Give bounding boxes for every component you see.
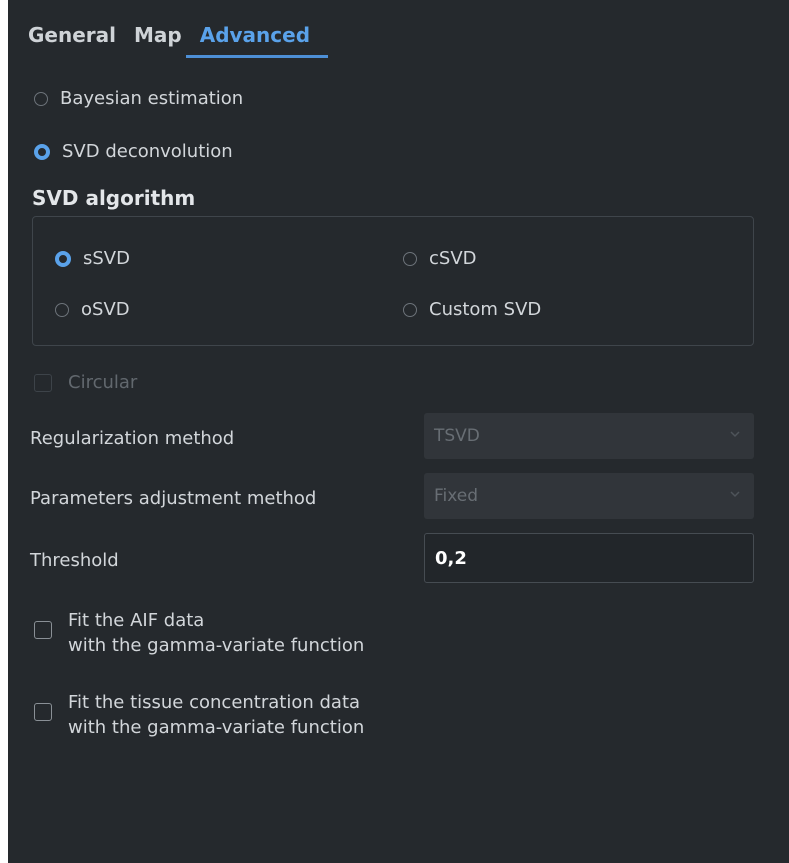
ssvd-label: sSVD: [83, 248, 130, 269]
regularization-method-label: Regularization method: [30, 428, 235, 449]
bayesian-estimation-label: Bayesian estimation: [60, 88, 244, 109]
bayesian-estimation-option[interactable]: Bayesian estimation: [34, 88, 243, 109]
threshold-label: Threshold: [30, 550, 119, 571]
radio-unchecked-icon[interactable]: [55, 302, 69, 317]
fit-tissue-line2: with the gamma-variate function: [68, 717, 365, 738]
fit-aif-text: Fit the AIF data with the gamma-variate …: [68, 608, 364, 658]
parameters-adjustment-value: Fixed: [434, 486, 479, 506]
fit-tissue-checkbox[interactable]: [34, 703, 52, 721]
radio-checked-icon[interactable]: [34, 143, 50, 160]
fit-tissue-text: Fit the tissue concentration data with t…: [68, 690, 364, 740]
svd-algorithm-title: SVD algorithm: [32, 186, 196, 210]
radio-unchecked-icon[interactable]: [34, 91, 48, 106]
advanced-settings-panel: General Map Advanced Bayesian estimation…: [8, 0, 789, 863]
tab-general[interactable]: General: [28, 22, 116, 58]
fit-tissue-option[interactable]: Fit the tissue concentration data with t…: [34, 690, 364, 740]
threshold-input[interactable]: 0,2: [424, 533, 754, 583]
custom-svd-label: Custom SVD: [429, 299, 542, 320]
radio-checked-icon[interactable]: [55, 250, 71, 267]
csvd-option[interactable]: cSVD: [403, 248, 477, 269]
parameters-adjustment-select: Fixed: [424, 473, 754, 519]
circular-label: Circular: [68, 372, 138, 393]
circular-option: Circular: [34, 372, 137, 393]
regularization-method-value: TSVD: [434, 426, 480, 446]
chevron-down-icon: [730, 491, 740, 498]
radio-unchecked-icon[interactable]: [403, 302, 417, 317]
tab-bar: General Map Advanced: [28, 22, 346, 58]
fit-aif-line1: Fit the AIF data: [68, 610, 205, 631]
parameters-adjustment-label: Parameters adjustment method: [30, 488, 317, 509]
ssvd-option[interactable]: sSVD: [55, 248, 130, 269]
circular-checkbox: [34, 374, 52, 392]
osvd-label: oSVD: [81, 299, 130, 320]
tab-map[interactable]: Map: [134, 22, 182, 58]
csvd-label: cSVD: [429, 248, 477, 269]
svd-deconvolution-option[interactable]: SVD deconvolution: [34, 141, 233, 162]
regularization-method-select: TSVD: [424, 413, 754, 459]
radio-unchecked-icon[interactable]: [403, 251, 417, 266]
fit-aif-checkbox[interactable]: [34, 621, 52, 639]
custom-svd-option[interactable]: Custom SVD: [403, 299, 541, 320]
fit-aif-line2: with the gamma-variate function: [68, 635, 365, 656]
chevron-down-icon: [730, 431, 740, 438]
svd-algorithm-group: sSVD cSVD oSVD Custom SVD: [32, 216, 754, 346]
fit-tissue-line1: Fit the tissue concentration data: [68, 692, 361, 713]
svd-deconvolution-label: SVD deconvolution: [62, 141, 233, 162]
osvd-option[interactable]: oSVD: [55, 299, 130, 320]
tab-advanced[interactable]: Advanced: [185, 22, 329, 58]
fit-aif-option[interactable]: Fit the AIF data with the gamma-variate …: [34, 608, 364, 658]
